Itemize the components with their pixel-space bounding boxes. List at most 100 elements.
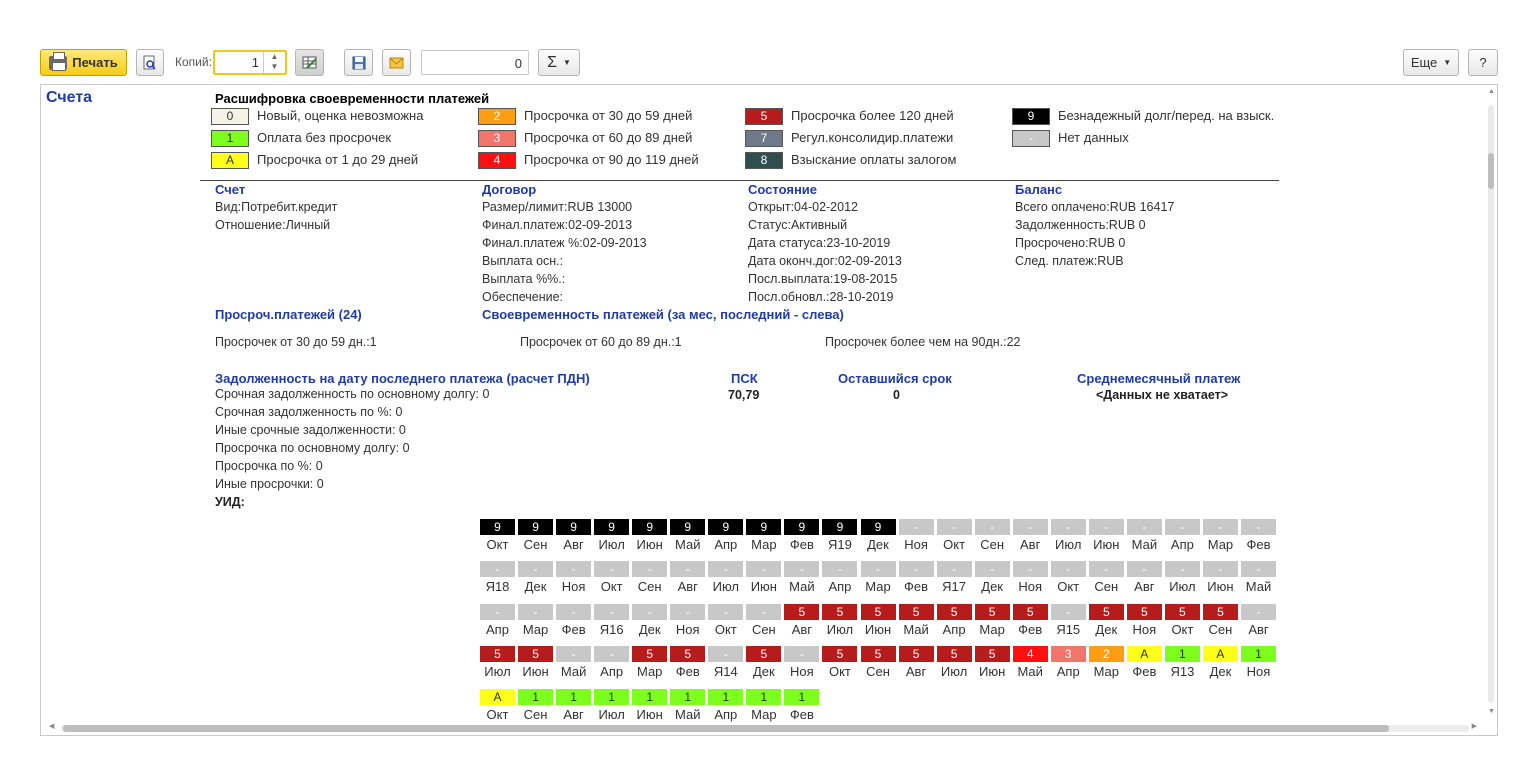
history-month: Я17	[942, 579, 967, 594]
sum-field[interactable]: 0	[421, 50, 529, 75]
history-month: Окт	[486, 707, 509, 722]
history-month: Май	[789, 579, 815, 594]
history-month: Фев	[789, 537, 814, 552]
contract-heading: Договор	[482, 182, 537, 197]
history-cell: -	[1050, 604, 1086, 620]
history-month: Окт	[600, 579, 623, 594]
state-line: Дата оконч.дог:02-09-2013	[748, 254, 902, 268]
overdue-60-89: Просрочек от 60 до 89 дн.:1	[520, 335, 682, 349]
history-month: Дек	[1209, 664, 1232, 679]
sum-menu-button[interactable]: Σ ▼	[538, 49, 580, 76]
history-cell: -	[1164, 561, 1200, 577]
envelope-icon	[389, 57, 404, 68]
timeliness-heading: Своевременность платежей (за мес, послед…	[482, 307, 844, 322]
history-month: Сен	[866, 664, 890, 679]
history-month: Май	[1245, 579, 1272, 594]
history-month: Окт	[714, 622, 737, 637]
history-month: Июн	[750, 579, 777, 594]
history-cell: 9	[632, 519, 668, 535]
history-cell: 9	[784, 519, 820, 535]
print-button[interactable]: Печать	[40, 49, 127, 76]
history-cell: -	[594, 646, 630, 662]
history-cell: 9	[556, 519, 592, 535]
history-cell: 5	[860, 646, 896, 662]
legend-label: Взыскание оплаты залогом	[791, 152, 957, 167]
copies-value: 1	[251, 55, 259, 70]
history-month: Мар	[751, 707, 777, 722]
history-cell: -	[518, 604, 554, 620]
term-heading: Оставшийся срок	[838, 371, 952, 386]
more-button[interactable]: Еще ▼	[1403, 49, 1459, 76]
history-cell: -	[708, 604, 744, 620]
scroll-right-icon[interactable]: ▶	[1472, 722, 1477, 730]
edit-mode-button[interactable]	[295, 49, 324, 76]
history-month: Окт	[486, 537, 509, 552]
scroll-down-icon[interactable]: ▼	[1488, 708, 1495, 715]
copies-input[interactable]: 1 ▲ ▼	[213, 50, 287, 75]
history-cell: -	[1202, 561, 1238, 577]
edit-table-icon	[302, 56, 317, 69]
more-label: Еще	[1410, 55, 1438, 70]
history-cell: 5	[1088, 604, 1124, 620]
account-line: Отношение:Личный	[215, 218, 331, 232]
help-button[interactable]: ?	[1468, 49, 1498, 76]
history-cell: 5	[1202, 604, 1238, 620]
history-cell: 5	[860, 604, 896, 620]
legend-swatch: 9	[1012, 108, 1050, 125]
history-cell: -	[480, 561, 515, 577]
balance-line: Всего оплачено:RUB 16417	[1015, 200, 1175, 214]
history-month: Окт	[828, 664, 851, 679]
history-cell: 1	[670, 689, 706, 705]
chevron-down-icon: ▼	[562, 58, 571, 67]
history-cell: -	[1088, 519, 1124, 535]
history-month: Июн	[1093, 537, 1120, 552]
history-month: Ноя	[1132, 622, 1157, 637]
legend-swatch: 3	[478, 130, 516, 147]
legend-swatch: 5	[745, 108, 783, 125]
scroll-left-icon[interactable]: ◀	[49, 722, 54, 730]
history-cell: -	[784, 561, 820, 577]
scroll-up-icon[interactable]: ▲	[1488, 88, 1495, 95]
history-month: Май	[675, 537, 701, 552]
legend-label: Просрочка более 120 дней	[791, 108, 954, 123]
history-month: Сен	[523, 537, 548, 552]
horizontal-scrollbar[interactable]: ◀ ▶	[41, 721, 1487, 735]
history-month: Мар	[636, 664, 663, 679]
scroll-thumb[interactable]	[1488, 153, 1494, 189]
copies-label: Копий:	[175, 55, 212, 69]
save-button[interactable]	[344, 49, 373, 76]
history-cell: 5	[746, 646, 782, 662]
send-email-button[interactable]	[382, 49, 411, 76]
history-cell: 5	[784, 604, 820, 620]
preview-button[interactable]	[136, 49, 164, 76]
history-month: Апр	[942, 622, 966, 637]
history-month: Я18	[485, 579, 510, 594]
term-value: 0	[893, 388, 900, 402]
history-month: Июн	[979, 664, 1006, 679]
history-cell: 9	[594, 519, 630, 535]
history-month: Апр	[1170, 537, 1194, 552]
state-line: Дата статуса:23-10-2019	[748, 236, 891, 250]
state-line: Посл.выплата:19-08-2015	[748, 272, 898, 286]
history-cell: 5	[670, 646, 706, 662]
history-month: Мар	[979, 622, 1005, 637]
scroll-thumb[interactable]	[63, 725, 1389, 732]
history-month: Авг	[905, 664, 927, 679]
page-title: Счета	[46, 89, 93, 106]
state-line: Посл.обновл.:28-10-2019	[748, 290, 894, 304]
history-cell: 9	[518, 519, 554, 535]
history-cell: -	[1241, 561, 1276, 577]
legend-label: Просрочка от 90 до 119 дней	[524, 152, 699, 167]
history-month: Авг	[1020, 537, 1041, 552]
vertical-scrollbar[interactable]: ▲ ▼	[1485, 85, 1497, 723]
history-month: Июл	[940, 664, 968, 679]
scroll-track[interactable]	[1488, 105, 1494, 703]
history-month: Сен	[1208, 622, 1233, 637]
avg-payment-heading: Среднемесячный платеж	[1077, 371, 1241, 386]
copies-spinner[interactable]: ▲ ▼	[263, 52, 285, 73]
history-month: Ноя	[904, 537, 928, 552]
history-month: Авг	[1134, 579, 1155, 594]
history-month: Мар	[865, 579, 891, 594]
history-cell: A	[1126, 646, 1162, 662]
history-month: Май	[560, 664, 587, 679]
